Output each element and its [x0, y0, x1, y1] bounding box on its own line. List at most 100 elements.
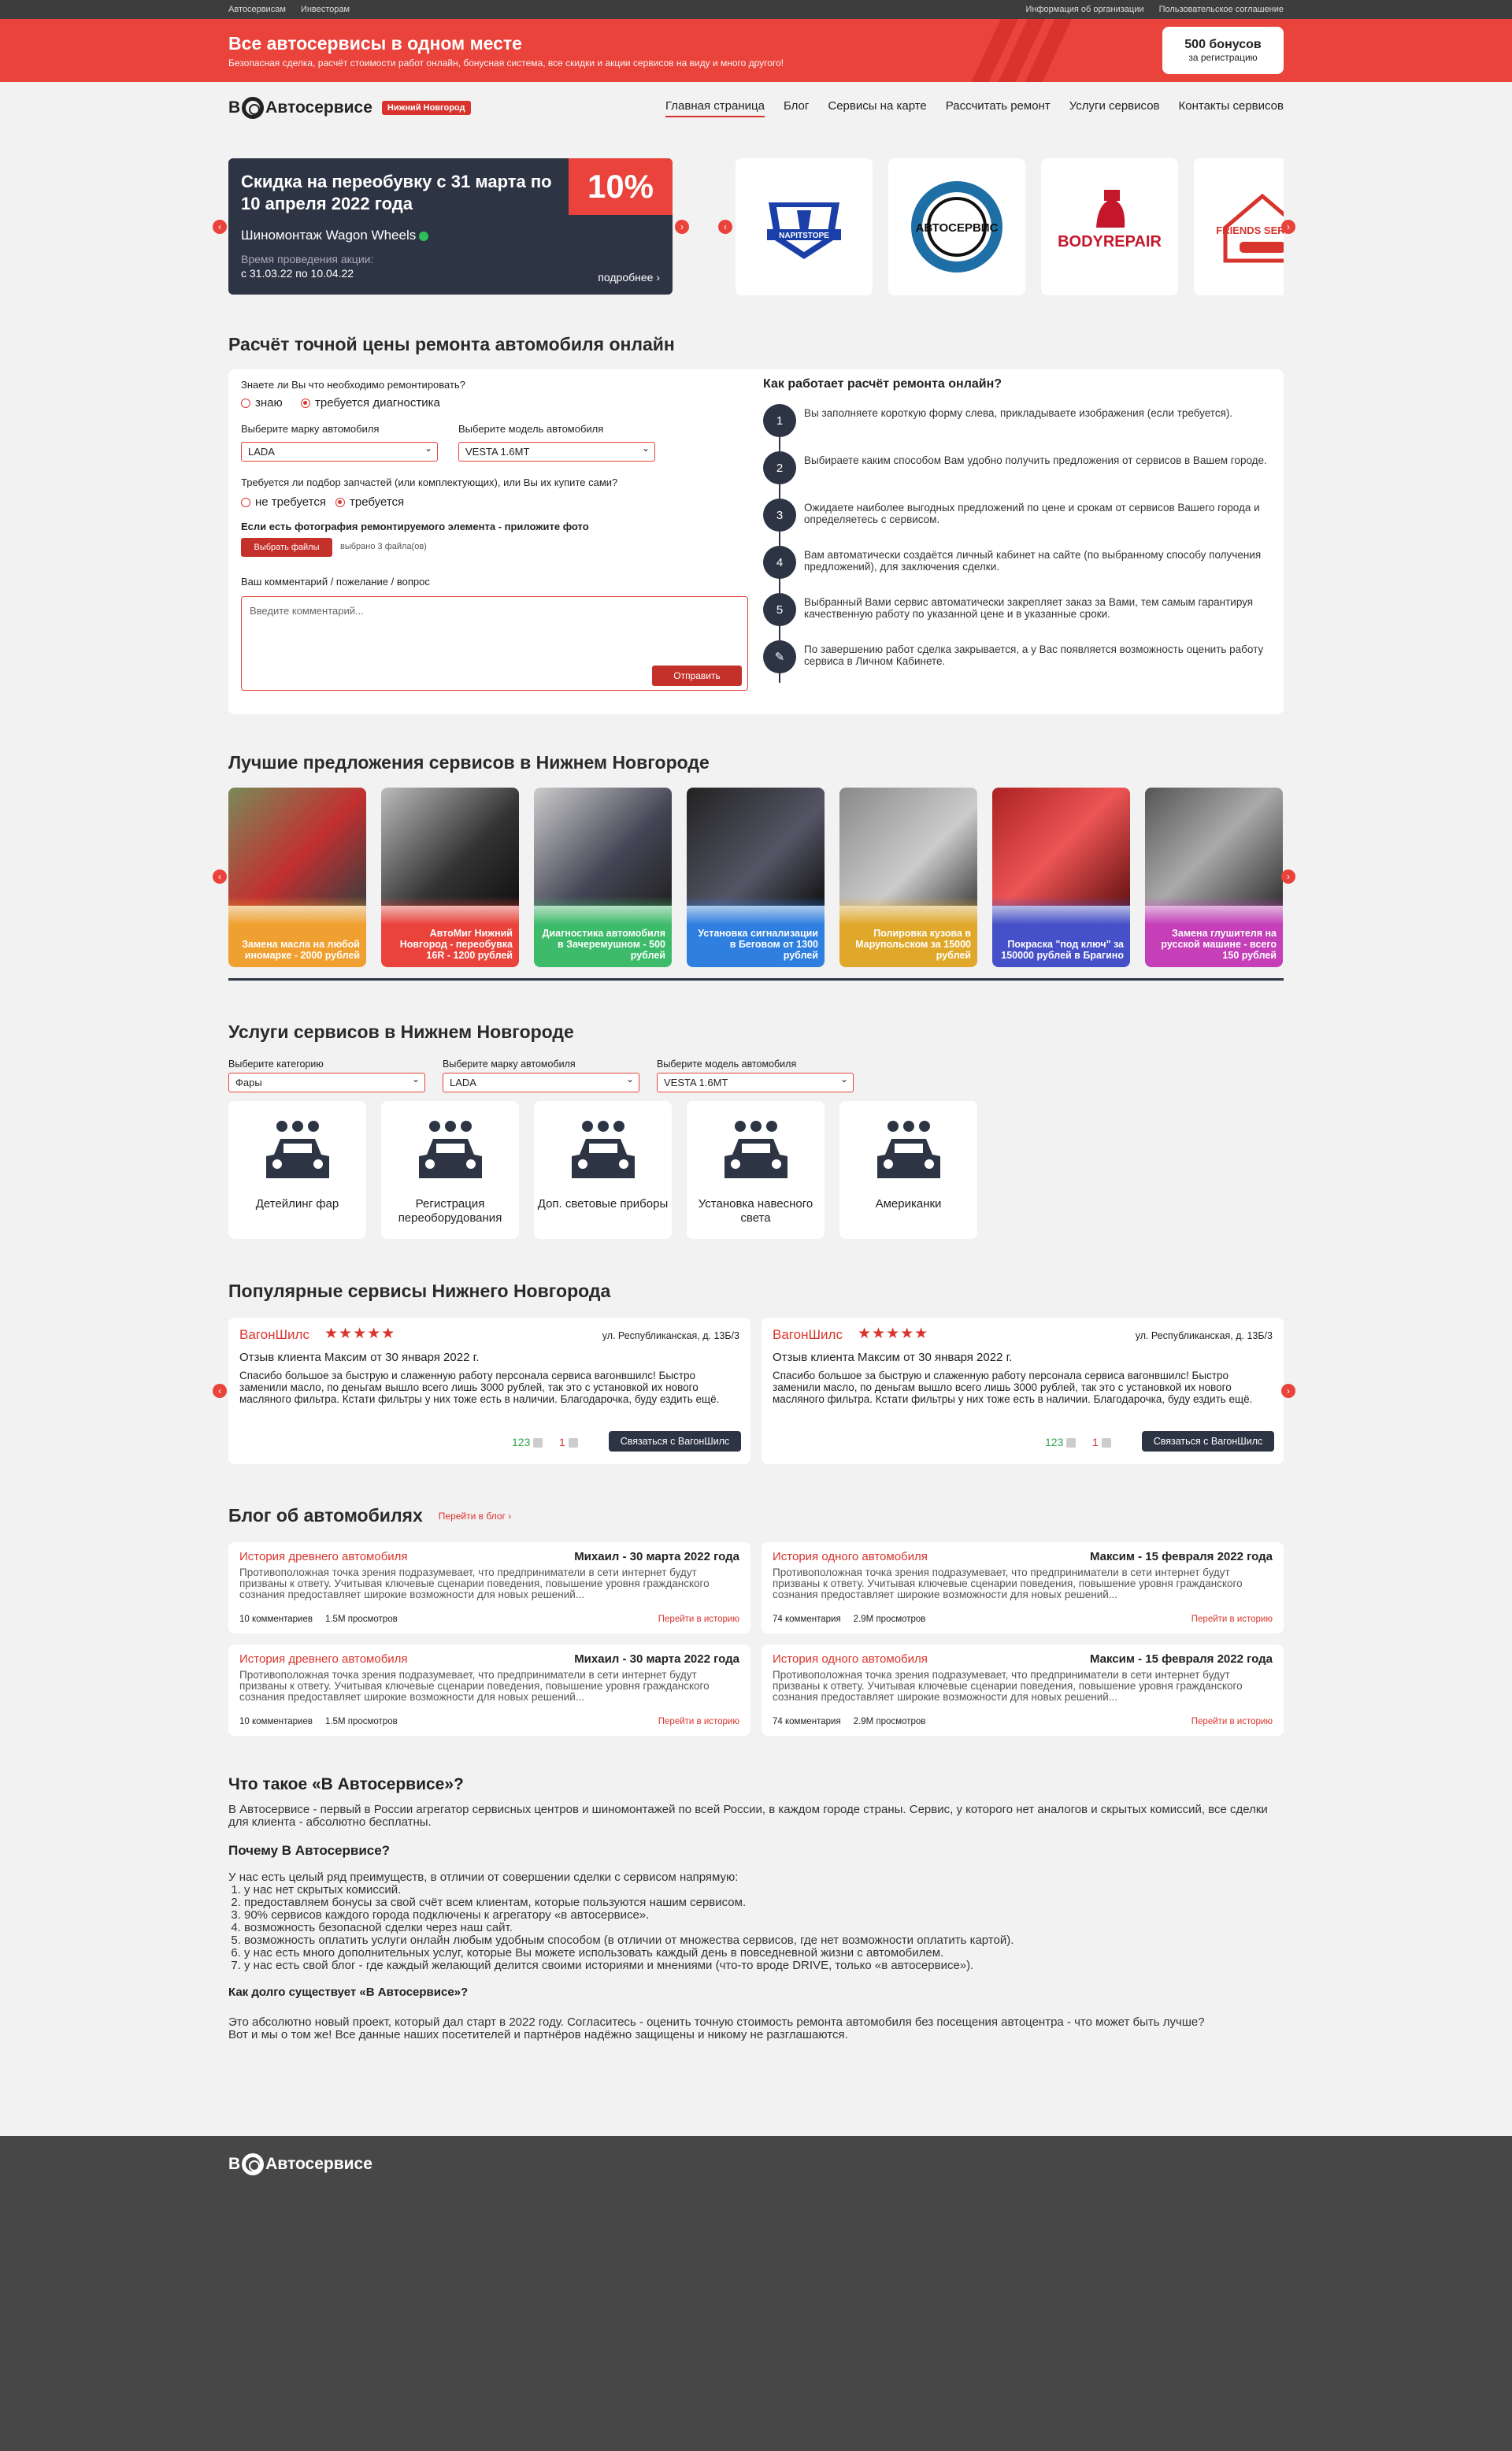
blog-read-link[interactable]: Перейти в историю: [658, 1615, 739, 1624]
blog-post-title[interactable]: История древнего автомобиля: [239, 1652, 408, 1666]
promo-banner: Все автосервисы в одном месте Безопасная…: [0, 19, 1512, 82]
offer-card[interactable]: Покраска "под ключ" за 150000 рублей в Б…: [992, 788, 1130, 967]
offer-card[interactable]: Установка сигнализации в Беговом от 1300…: [687, 788, 825, 967]
offer-card[interactable]: АвтоМиг Нижний Новгород - переобувка 16R…: [381, 788, 519, 967]
how-long-title: Как долго существует «В Автосервисе»?: [228, 1986, 469, 1999]
logos-prev-arrow[interactable]: ‹: [718, 220, 732, 234]
radio-not-required-circle[interactable]: [241, 498, 250, 508]
step-3-number: 3: [763, 499, 796, 532]
thumbs-up-icon: [533, 1438, 543, 1448]
blog-post: История древнего автомобиля Михаил - 30 м…: [228, 1645, 750, 1736]
radio-diagnostics[interactable]: требуется диагностика: [301, 396, 440, 410]
about-section: Что такое «В Автосервисе»? В Автосервисе…: [228, 1776, 1284, 2041]
nav-map[interactable]: Сервисы на карте: [828, 99, 926, 117]
topbar-link-investors[interactable]: Инвесторам: [301, 5, 350, 14]
offers-prev-arrow[interactable]: ‹: [213, 870, 227, 884]
blog-post-excerpt: Противоположная точка зрения подразумева…: [773, 1567, 1243, 1600]
service-card[interactable]: Американки: [839, 1101, 977, 1239]
blog-post-title[interactable]: История одного автомобиля: [773, 1652, 928, 1666]
logos-next-arrow[interactable]: ›: [1281, 220, 1295, 234]
category-select[interactable]: Фары: [228, 1073, 425, 1092]
blog-read-link[interactable]: Перейти в историю: [1191, 1615, 1273, 1624]
why-item: у нас есть свой блог - где каждый желающ…: [244, 1960, 1284, 1972]
blog-post-stats: 74 комментария 2.9М просмотров: [773, 1615, 925, 1624]
blog-post-title[interactable]: История древнего автомобиля: [239, 1550, 408, 1563]
review-service-name[interactable]: ВагонШилс: [239, 1327, 309, 1343]
contact-service-button[interactable]: Связаться с ВагонШилс: [1142, 1431, 1274, 1452]
radio-required-label: требуется: [350, 495, 405, 509]
dislike-button[interactable]: 1: [559, 1436, 578, 1448]
rating-stars: ★★★★★: [324, 1326, 396, 1342]
step-5-number: 5: [763, 593, 796, 626]
radio-know[interactable]: знаю: [241, 396, 283, 410]
blog-read-link[interactable]: Перейти в историю: [1191, 1717, 1273, 1726]
blog-post-stats: 74 комментария 2.9М просмотров: [773, 1717, 925, 1726]
topbar-link-services[interactable]: Автосервисам: [228, 5, 286, 14]
blog-grid: История древнего автомобиля Михаил - 30 м…: [228, 1542, 1284, 1739]
promo-card[interactable]: Скидка на переобувку с 31 марта по 10 ап…: [228, 158, 673, 295]
radio-required-circle[interactable]: [335, 498, 345, 508]
radio-know-circle[interactable]: [241, 399, 250, 409]
partner-logo-friends[interactable]: FRIENDS SERVICE: [1194, 158, 1284, 295]
nav-services[interactable]: Услуги сервисов: [1069, 99, 1160, 117]
submit-button[interactable]: Отправить: [652, 666, 742, 686]
service-card[interactable]: Регистрация переоборудования: [381, 1101, 519, 1239]
services-model-select[interactable]: VESTA 1.6MT: [657, 1073, 854, 1092]
blog-comments: 74 комментария: [773, 1615, 841, 1624]
nav-home[interactable]: Главная страница: [665, 99, 765, 117]
contact-service-button[interactable]: Связаться с ВагонШилс: [609, 1431, 741, 1452]
partner-logo-bodyrepair[interactable]: BODYREPAIR: [1041, 158, 1178, 295]
closing-text: Вот и мы о том же! Все данные наших посе…: [228, 2028, 848, 2041]
offer-card[interactable]: Замена масла на любой иномарке - 2000 ру…: [228, 788, 366, 967]
calc-model-select[interactable]: VESTA 1.6MT: [458, 442, 655, 462]
avtoservis-logo-text: АВТОСЕРВИС: [916, 221, 999, 235]
step-3: 3 Ожидаете наиболее выгодных предложений …: [763, 499, 1267, 535]
reviews-prev-arrow[interactable]: ‹: [213, 1384, 227, 1398]
review-address: ул. Республиканская, д. 13Б/3: [1135, 1330, 1273, 1341]
site-logo[interactable]: В Автосервисе: [228, 97, 372, 119]
service-card[interactable]: Детейлинг фар: [228, 1101, 366, 1239]
nav-blog[interactable]: Блог: [784, 99, 809, 117]
partner-logo-napitstope[interactable]: NAPITSTOPE: [736, 158, 873, 295]
offers-carousel: ‹ Замена масла на любой иномарке - 2000 …: [213, 788, 1295, 969]
promo-more-link[interactable]: подробнее ›: [598, 271, 660, 284]
offer-image: [381, 788, 519, 906]
nav-calc[interactable]: Рассчитать ремонт: [946, 99, 1051, 117]
radio-required[interactable]: требуется: [335, 495, 404, 509]
service-card[interactable]: Установка навесного света: [687, 1101, 825, 1239]
step-3-text: Ожидаете наиболее выгодных предложений п…: [804, 502, 1260, 525]
blog-read-link[interactable]: Перейти в историю: [658, 1717, 739, 1726]
review-service-name[interactable]: ВагонШилс: [773, 1327, 843, 1343]
blog-post-title[interactable]: История одного автомобиля: [773, 1550, 928, 1563]
calc-comment-label: Ваш комментарий / пожелание / вопрос: [241, 576, 430, 588]
partner-logo-avtoservis[interactable]: АВТОСЕРВИС: [888, 158, 1025, 295]
topbar-link-agreement[interactable]: Пользовательское соглашение: [1159, 5, 1284, 14]
radio-diagnostics-circle[interactable]: [301, 399, 310, 409]
radio-not-required[interactable]: не требуется: [241, 495, 326, 509]
services-brand-select[interactable]: LADA: [443, 1073, 639, 1092]
reviews-next-arrow[interactable]: ›: [1281, 1384, 1295, 1398]
offer-card[interactable]: Полировка кузова в Марупольском за 15000…: [839, 788, 977, 967]
review-author: Отзыв клиента Максим от 30 января 2022 г…: [239, 1351, 480, 1364]
like-button[interactable]: 123: [512, 1436, 543, 1448]
offer-card[interactable]: Диагностика автомобиля в Зачеремушном - …: [534, 788, 672, 967]
offer-caption: Диагностика автомобиля в Зачеремушном - …: [534, 896, 672, 967]
offers-next-arrow[interactable]: ›: [1281, 870, 1295, 884]
bonus-button[interactable]: 500 бонусов за регистрацию: [1162, 27, 1284, 74]
topbar-link-org-info[interactable]: Информация об организации: [1026, 5, 1144, 14]
like-button[interactable]: 123: [1045, 1436, 1077, 1448]
choose-files-button[interactable]: Выбрать файлы: [241, 538, 332, 557]
blog-link[interactable]: Перейти в блог ›: [439, 1511, 511, 1522]
calc-brand-select[interactable]: LADA: [241, 442, 438, 462]
files-chosen-text: выбрано 3 файла(ов): [340, 542, 427, 551]
review-card: ВагонШилс ★★★★★ ул. Республиканская, д. …: [762, 1318, 1284, 1464]
promo-prev-arrow[interactable]: ‹: [213, 220, 227, 234]
footer-logo[interactable]: В Автосервисе: [228, 2153, 372, 2175]
nav-contacts[interactable]: Контакты сервисов: [1179, 99, 1284, 117]
city-badge[interactable]: Нижний Новгород: [381, 101, 471, 115]
promo-next-arrow[interactable]: ›: [675, 220, 689, 234]
offer-card[interactable]: Замена глушителя на русской машине - все…: [1145, 788, 1283, 967]
service-card[interactable]: Доп. световые приборы: [534, 1101, 672, 1239]
offer-caption: Замена масла на любой иномарке - 2000 ру…: [228, 896, 366, 967]
dislike-button[interactable]: 1: [1092, 1436, 1111, 1448]
